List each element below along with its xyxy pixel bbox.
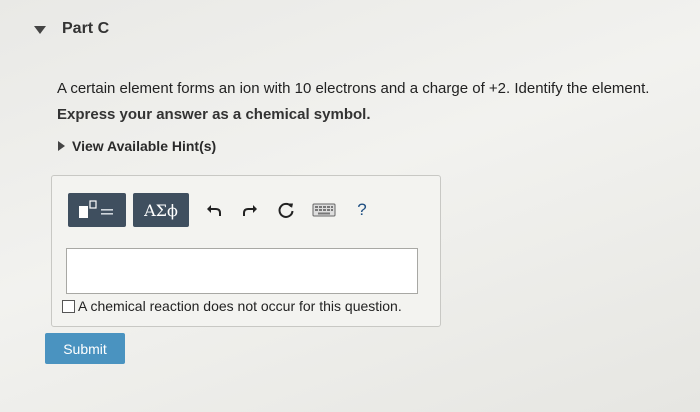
reset-icon: [278, 202, 294, 218]
answer-panel: ΑΣϕ ? A chemical reaction does not occur…: [51, 175, 441, 327]
templates-icon: [79, 200, 113, 218]
redo-button[interactable]: [239, 199, 261, 221]
expand-arrow-icon: [58, 141, 65, 151]
math-toolbar: ΑΣϕ ?: [68, 193, 373, 227]
submit-button[interactable]: Submit: [45, 333, 125, 364]
redo-icon: [243, 205, 257, 216]
answer-instruction: Express your answer as a chemical symbol…: [57, 106, 371, 123]
keyboard-button[interactable]: [311, 199, 337, 221]
view-hints-label: View Available Hint(s): [72, 138, 217, 154]
keyboard-icon: [312, 203, 336, 217]
reset-button[interactable]: [275, 199, 297, 221]
view-hints-link[interactable]: View Available Hint(s): [58, 138, 216, 154]
question-text: A certain element forms an ion with 10 e…: [57, 80, 650, 97]
undo-button[interactable]: [203, 199, 225, 221]
templates-button[interactable]: [68, 193, 126, 227]
symbols-button[interactable]: ΑΣϕ: [133, 193, 189, 227]
no-reaction-option[interactable]: A chemical reaction does not occur for t…: [62, 298, 402, 314]
no-reaction-checkbox[interactable]: [62, 299, 75, 313]
no-reaction-label: A chemical reaction does not occur for t…: [78, 298, 402, 314]
collapse-arrow-icon[interactable]: [34, 26, 46, 34]
help-button[interactable]: ?: [351, 199, 373, 221]
answer-input[interactable]: [66, 248, 418, 294]
part-title: Part C: [62, 20, 110, 37]
undo-icon: [207, 205, 221, 216]
